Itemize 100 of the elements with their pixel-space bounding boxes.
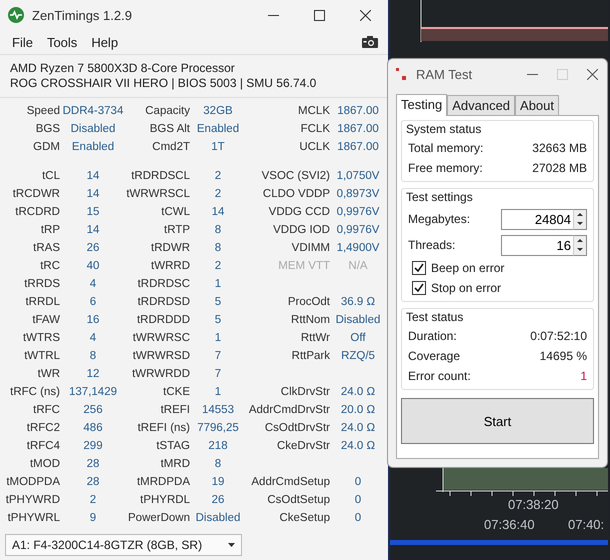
timing-value: 14553 [201,404,235,416]
up-arrow-icon[interactable] [577,238,583,242]
timing-label: CsOdtSetup [266,494,330,506]
timing-label: tREFI (ns) [136,422,190,434]
maximize-icon [556,68,568,80]
time-axis-label: 07:38:20 [508,497,559,512]
timing-value: 1867.00 [336,123,380,135]
timing-value: 40 [86,260,100,272]
tab[interactable]: About [515,95,560,115]
timing-label: PowerDown [127,512,190,524]
up-arrow-icon[interactable] [577,212,583,216]
number-input[interactable]: 24804 [501,208,573,230]
timing-label: Capacity [144,105,190,117]
timing-label: tRDRDSC [136,278,190,290]
timing-label: tSTAG [155,440,190,452]
timing-label: tREFI [160,404,190,416]
timing-value: 0,9976V [336,224,380,236]
tab[interactable]: Advanced [447,95,516,115]
stat-label: Total memory: [408,141,484,155]
timing-label: tCKE [162,386,190,398]
timing-label: BGS [34,123,60,135]
timing-label: MCLK [297,105,330,117]
timing-value: 12 [86,368,100,380]
camera-icon[interactable] [362,36,378,48]
timing-value: Disabled [194,512,242,524]
timing-value: 299 [82,440,104,452]
timing-value: 14 [86,170,100,182]
menu-item[interactable]: Help [85,34,124,50]
timing-label: CsOdtDrvStr [264,422,330,434]
checkbox[interactable] [412,261,426,275]
timing-value: 19 [210,476,226,488]
caret-icon [228,543,235,547]
timing-value: 486 [82,422,104,434]
menu-item[interactable]: File [6,34,39,50]
timing-value: 1867.00 [336,105,380,117]
timing-value: 24.0 Ω [340,422,376,434]
timing-label: tRDRDDD [136,314,190,326]
timing-value: 14 [210,206,226,218]
timing-label: tMRD [160,458,190,470]
timing-value: 32GB [202,105,234,117]
app-logo-icon [8,7,24,23]
timing-value: 0 [354,494,362,506]
close-icon [360,10,370,20]
stat-value: 14695 % [540,349,587,363]
timing-label: Cmd2T [151,141,190,153]
timing-label: tWRWRSCL [126,188,190,200]
timing-value: Disabled [334,314,382,326]
timing-label: tWRWRDD [131,368,190,380]
close-icon [586,68,598,80]
stat-label: Error count: [408,369,471,383]
timing-value: 6 [88,296,98,308]
stat-label: Duration: [408,329,457,343]
timing-value: 8 [214,242,222,254]
minimize-icon [268,14,278,16]
timing-label: tRDRDSD [136,296,190,308]
timing-value: 8 [214,224,222,236]
stat-value: 27028 MB [532,161,587,175]
timing-value: 2 [214,170,222,182]
timing-label: Speed [26,105,60,117]
timing-value: 14 [86,188,100,200]
timing-value: 28 [86,476,100,488]
timing-value: 5 [214,296,222,308]
group-title: Test settings [406,190,474,204]
timing-value: 0 [354,476,362,488]
checkbox[interactable] [412,281,426,295]
timing-value: 24.0 Ω [340,386,376,398]
timing-value: 4 [88,332,98,344]
timing-label: tPHYRDL [139,494,190,506]
timing-value: 28 [86,458,100,470]
timing-value: 2 [88,494,98,506]
timing-label: tRP [40,224,60,236]
window-title: ZenTimings 1.2.9 [32,8,133,22]
maximize-icon [314,10,324,20]
timing-value: 8 [214,458,222,470]
timing-label: VSOC (SVI2) [260,170,330,182]
timing-label: tCWL [160,206,190,218]
down-arrow-icon[interactable] [577,222,583,226]
timing-label: CLDO VDDP [262,188,330,200]
tab[interactable]: Testing [396,94,448,116]
timing-value: 7796,25 [196,422,240,434]
timing-value: DDR4-3734 [62,105,124,117]
timing-value: 0,8973V [336,188,380,200]
down-arrow-icon[interactable] [577,248,583,252]
timing-label: tRTP [163,224,190,236]
number-input[interactable]: 16 [501,234,573,256]
timing-value: 8 [88,350,98,362]
app-logo-icon [396,68,406,80]
timing-value: 1,0750V [336,170,380,182]
timing-label: tRDWR [150,242,190,254]
timing-value: 26 [210,494,226,506]
timing-label: RttNom [290,314,330,326]
timing-value: 2 [214,260,222,272]
module-dropdown[interactable]: A1: F4-3200C14-8GTZR (8GB, SR) [5,534,242,556]
menu-item[interactable]: Tools [40,34,84,50]
group-title: System status [406,122,482,136]
timing-value: 15 [86,206,100,218]
timing-value: 26 [86,242,100,254]
start-button[interactable]: Start [401,398,594,444]
timing-value: 1 [214,278,222,290]
field-label: Megabytes: [408,212,470,226]
